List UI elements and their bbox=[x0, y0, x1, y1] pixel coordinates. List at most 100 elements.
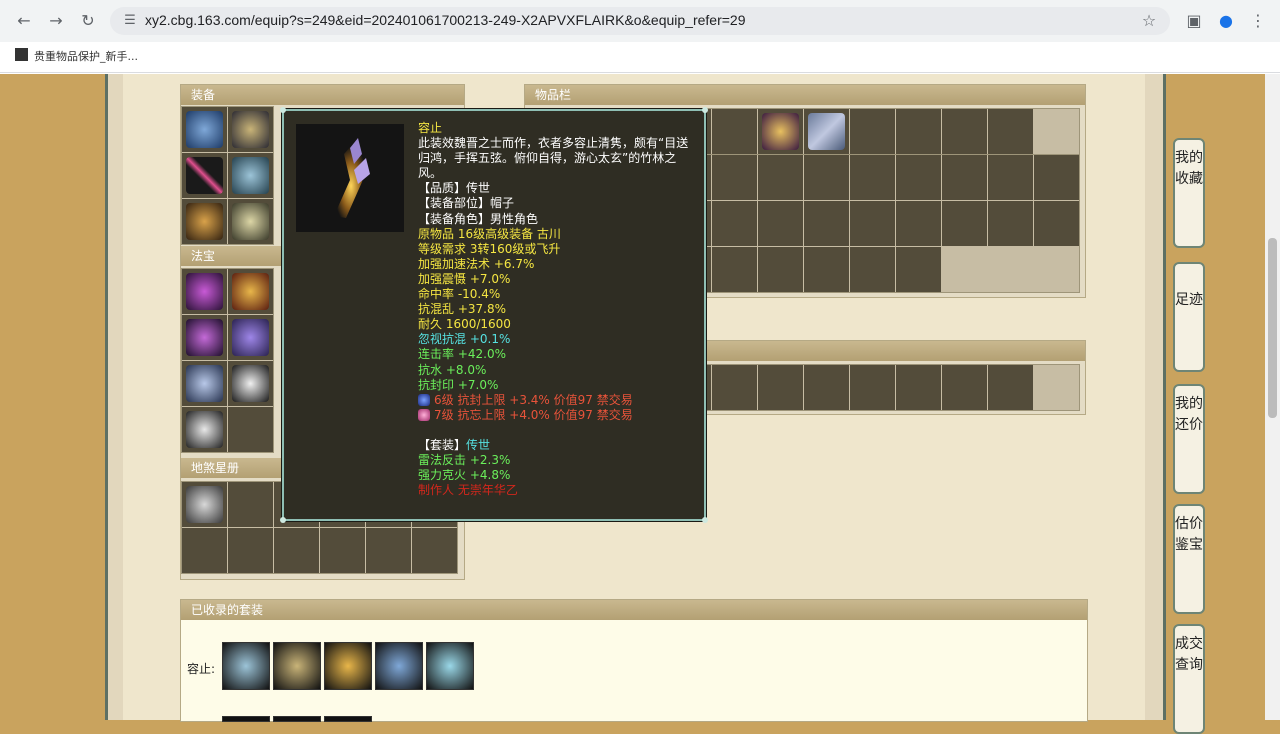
site-info-icon[interactable]: ☰ bbox=[120, 11, 140, 31]
tab-my-favorites[interactable]: 我的收藏 bbox=[1173, 138, 1205, 248]
equip-slot[interactable] bbox=[228, 199, 273, 244]
inventory-slot[interactable] bbox=[804, 201, 849, 246]
inventory-slot[interactable] bbox=[896, 247, 941, 292]
disha-slot[interactable] bbox=[320, 528, 365, 573]
disha-slot[interactable] bbox=[228, 528, 273, 573]
inventory-slot[interactable] bbox=[758, 201, 803, 246]
set-helmet-icon[interactable] bbox=[273, 642, 321, 690]
inventory-slot[interactable] bbox=[942, 155, 987, 200]
fabao-slot[interactable] bbox=[228, 407, 273, 452]
inventory-slot[interactable] bbox=[896, 109, 941, 154]
sidepanel-icon[interactable]: ▣ bbox=[1184, 11, 1204, 31]
fabao-item-icon[interactable] bbox=[186, 365, 223, 402]
storage-slot[interactable] bbox=[850, 365, 895, 410]
inventory-slot[interactable] bbox=[758, 247, 803, 292]
set-armor-icon[interactable] bbox=[375, 642, 423, 690]
back-icon[interactable]: ← bbox=[14, 11, 34, 31]
inventory-slot[interactable] bbox=[850, 201, 895, 246]
inventory-slot[interactable] bbox=[804, 155, 849, 200]
inventory-slot[interactable] bbox=[712, 247, 757, 292]
forward-icon[interactable]: → bbox=[46, 11, 66, 31]
disha-slot[interactable] bbox=[228, 482, 273, 527]
fabao-item-icon[interactable] bbox=[232, 319, 269, 356]
inventory-slot[interactable] bbox=[758, 109, 803, 154]
storage-slot[interactable] bbox=[988, 365, 1033, 410]
inventory-slot[interactable] bbox=[850, 155, 895, 200]
set-row-icon[interactable] bbox=[273, 716, 321, 722]
inventory-slot[interactable] bbox=[850, 109, 895, 154]
equip-slot[interactable] bbox=[228, 153, 273, 198]
fabao-slot[interactable] bbox=[182, 315, 227, 360]
inventory-slot[interactable] bbox=[896, 155, 941, 200]
equip-slot[interactable] bbox=[228, 107, 273, 152]
disha-slot[interactable] bbox=[274, 528, 319, 573]
storage-slot[interactable] bbox=[896, 365, 941, 410]
inventory-slot[interactable] bbox=[850, 247, 895, 292]
inventory-slot[interactable] bbox=[804, 247, 849, 292]
tab-my-counteroffers[interactable]: 我的还价 bbox=[1173, 384, 1205, 494]
inventory-slot[interactable] bbox=[942, 109, 987, 154]
set-row-icon[interactable] bbox=[222, 716, 270, 722]
disha-slot[interactable] bbox=[182, 482, 227, 527]
set-belt-icon[interactable] bbox=[324, 642, 372, 690]
inventory-slot[interactable] bbox=[758, 155, 803, 200]
bookmark-star-icon[interactable]: ☆ bbox=[1139, 11, 1159, 31]
fabao-item-icon[interactable] bbox=[232, 273, 269, 310]
fabao-slot[interactable] bbox=[228, 315, 273, 360]
tab-price-appraisal[interactable]: 估价鉴宝 bbox=[1173, 504, 1205, 614]
fabao-slot[interactable] bbox=[182, 361, 227, 406]
storage-slot[interactable] bbox=[758, 365, 803, 410]
equip-slot[interactable] bbox=[182, 107, 227, 152]
inventory-slot[interactable] bbox=[804, 109, 849, 154]
inventory-slot[interactable] bbox=[712, 201, 757, 246]
reload-icon[interactable]: ↻ bbox=[78, 11, 98, 31]
armor-item-icon[interactable] bbox=[186, 111, 223, 148]
profile-icon[interactable]: ● bbox=[1216, 11, 1236, 31]
necklace-item-icon[interactable] bbox=[232, 157, 269, 194]
disha-slot[interactable] bbox=[182, 528, 227, 573]
helmet-item-icon[interactable] bbox=[232, 111, 269, 148]
storage-slot[interactable] bbox=[804, 365, 849, 410]
disha-item-icon[interactable] bbox=[186, 486, 223, 523]
scroll-item-icon[interactable] bbox=[808, 113, 845, 150]
storage-slot[interactable] bbox=[712, 365, 757, 410]
equip-slot[interactable] bbox=[182, 153, 227, 198]
set-row-icon[interactable] bbox=[324, 716, 372, 722]
storage-slot[interactable] bbox=[942, 365, 987, 410]
weapon-item-icon[interactable] bbox=[186, 157, 223, 194]
fabao-item-icon[interactable] bbox=[232, 365, 269, 402]
disha-slot[interactable] bbox=[412, 528, 457, 573]
url-text[interactable]: xy2.cbg.163.com/equip?s=249&eid=20240106… bbox=[145, 12, 746, 28]
menu-icon[interactable]: ⋮ bbox=[1248, 11, 1268, 31]
boots-item-icon[interactable] bbox=[232, 203, 269, 240]
bookmark-item[interactable]: 贵重物品保护_新手... bbox=[34, 48, 138, 64]
browser-toolbar: ← → ↻ ☰ xy2.cbg.163.com/equip?s=249&eid=… bbox=[0, 0, 1280, 42]
set-stat-line: 强力克火 +4.8% bbox=[418, 468, 511, 483]
set-prefix: 【套装】 bbox=[418, 437, 467, 452]
equip-slot[interactable] bbox=[182, 199, 227, 244]
inventory-slot[interactable] bbox=[1034, 201, 1079, 246]
fabao-slot[interactable] bbox=[228, 361, 273, 406]
inventory-slot[interactable] bbox=[942, 201, 987, 246]
crown-item-icon[interactable] bbox=[762, 113, 799, 150]
disha-slot[interactable] bbox=[366, 528, 411, 573]
inventory-slot[interactable] bbox=[1034, 155, 1079, 200]
set-necklace-icon[interactable] bbox=[222, 642, 270, 690]
inventory-slot[interactable] bbox=[988, 201, 1033, 246]
fabao-slot[interactable] bbox=[228, 269, 273, 314]
tab-footprint[interactable]: 足迹 bbox=[1173, 262, 1205, 372]
fabao-item-icon[interactable] bbox=[186, 319, 223, 356]
fabao-item-icon[interactable] bbox=[186, 273, 223, 310]
belt-item-icon[interactable] bbox=[186, 203, 223, 240]
set-mask-icon[interactable] bbox=[426, 642, 474, 690]
inventory-slot[interactable] bbox=[896, 201, 941, 246]
inventory-slot[interactable] bbox=[712, 109, 757, 154]
fabao-slot[interactable] bbox=[182, 407, 227, 452]
inventory-slot[interactable] bbox=[988, 109, 1033, 154]
inventory-slot[interactable] bbox=[988, 155, 1033, 200]
tab-transaction-query[interactable]: 成交查询 bbox=[1173, 624, 1205, 734]
fabao-slot[interactable] bbox=[182, 269, 227, 314]
inventory-slot[interactable] bbox=[712, 155, 757, 200]
scrollbar-thumb[interactable] bbox=[1268, 238, 1277, 418]
fabao-item-icon[interactable] bbox=[186, 411, 223, 448]
